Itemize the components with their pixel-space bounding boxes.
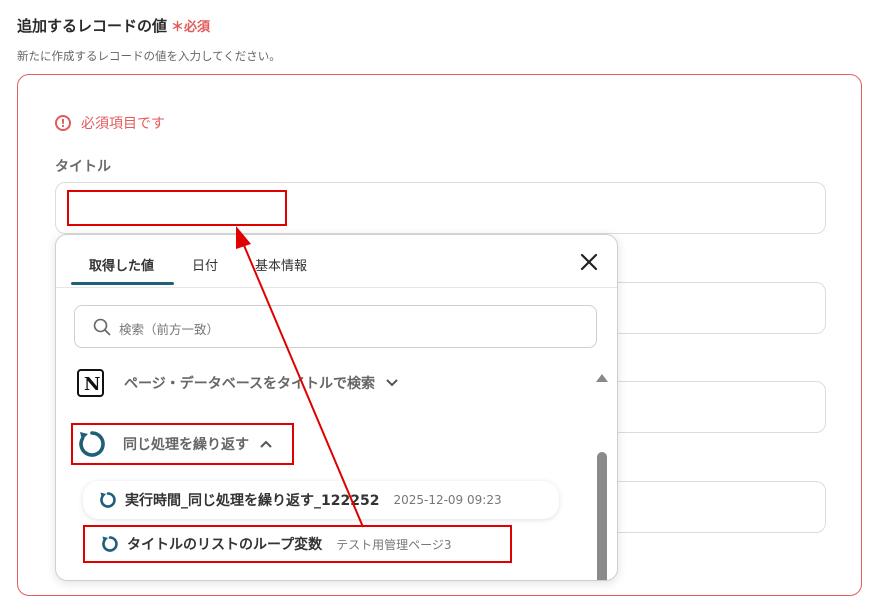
annotation-arrow (236, 226, 364, 528)
